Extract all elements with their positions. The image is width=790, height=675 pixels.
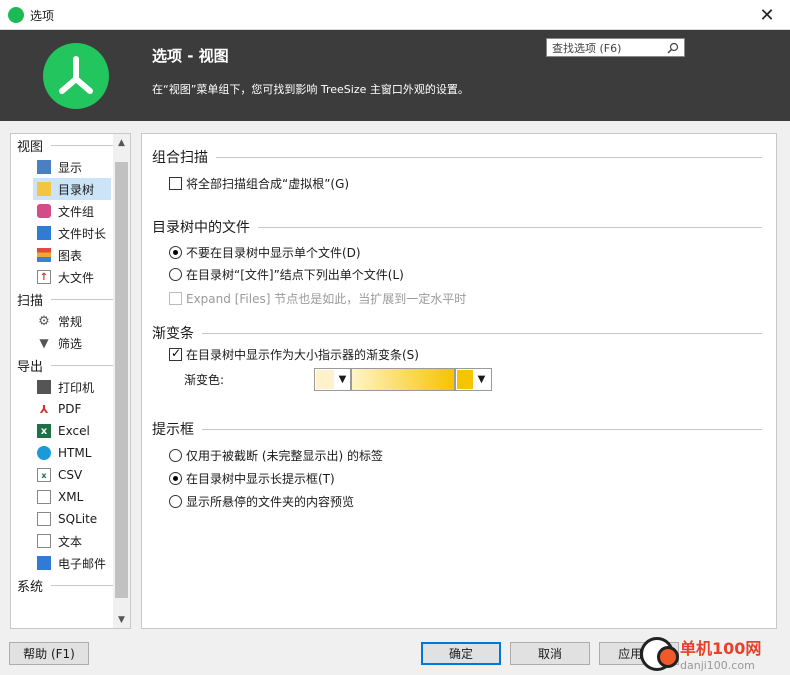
header-band: 选项 - 视图 在“视图”菜单组下，您可找到影响 TreeSize 主窗口外观的… xyxy=(0,30,790,121)
nav-item-pdf[interactable]: ⅄ PDF xyxy=(11,398,113,420)
group-files-in-tree: 目录树中的文件 xyxy=(152,217,762,237)
tooltip-radio-long[interactable]: 在目录树中显示长提示框(T) xyxy=(169,470,335,487)
combine-checkbox[interactable] xyxy=(169,177,182,190)
nav-section-scan: 扫描 xyxy=(11,288,113,310)
gradient-preview-bar xyxy=(351,368,455,391)
nav-item-csv[interactable]: x CSV xyxy=(11,464,113,486)
sqlite-icon xyxy=(37,512,51,526)
expand-checkbox xyxy=(169,292,182,305)
monitor-icon xyxy=(37,160,51,174)
page-title: 选项 - 视图 xyxy=(152,47,229,65)
email-icon xyxy=(37,556,51,570)
close-button[interactable]: ✕ xyxy=(744,0,790,30)
nav-item-html[interactable]: HTML xyxy=(11,442,113,464)
files-radio-list[interactable]: 在目录树“[文件]”结点下列出单个文件(L) xyxy=(169,266,404,283)
chevron-down-icon: ▼ xyxy=(338,374,347,385)
nav-item-file-age[interactable]: 文件时长 xyxy=(11,222,113,244)
treesize-logo xyxy=(43,43,109,109)
watermark-title: 单机100网 xyxy=(680,639,762,658)
chevron-down-icon: ▼ xyxy=(477,374,486,385)
search-icon[interactable] xyxy=(667,42,679,54)
search-placeholder: 查找选项 (F6) xyxy=(552,41,622,55)
options-panel: 组合扫描 将全部扫描组合成“虚拟根”(G) 目录树中的文件 不要在目录树中显示单… xyxy=(141,133,777,629)
text-icon xyxy=(37,534,51,548)
nav-item-file-groups[interactable]: 文件组 xyxy=(11,200,113,222)
group-combine-scans: 组合扫描 xyxy=(152,147,762,167)
nav-item-sqlite[interactable]: SQLite xyxy=(11,508,113,530)
gradient-show-option[interactable]: 在目录树中显示作为大小指示器的渐变条(S) xyxy=(169,346,419,363)
printer-icon xyxy=(37,380,51,394)
ok-button[interactable]: 确定 xyxy=(421,642,501,665)
search-input[interactable]: 查找选项 (F6) xyxy=(546,38,685,57)
gear-icon: ⚙ xyxy=(38,313,50,329)
radio-button[interactable] xyxy=(169,472,182,485)
nav-section-export: 导出 xyxy=(11,354,113,376)
gradient-end-color-picker[interactable]: ▼ xyxy=(455,368,492,391)
nav-item-display[interactable]: 显示 xyxy=(11,156,113,178)
tree-icon xyxy=(37,182,51,196)
files-expand-option: Expand [Files] 节点也是如此，当扩展到一定水平时 xyxy=(169,290,466,307)
nav-section-system: 系统 xyxy=(11,574,113,596)
calendar-icon xyxy=(37,226,51,240)
scroll-thumb[interactable] xyxy=(115,162,128,598)
nav-item-email[interactable]: 电子邮件 xyxy=(11,552,113,574)
title-bar: 选项 ✕ xyxy=(0,0,790,30)
gradient-color-label: 渐变色: xyxy=(184,373,225,387)
nav-item-text[interactable]: 文本 xyxy=(11,530,113,552)
group-tooltip: 提示框 xyxy=(152,419,762,439)
window-title: 选项 xyxy=(30,9,55,23)
nav-item-big-files[interactable]: ↑ 大文件 xyxy=(11,266,113,288)
file-group-icon xyxy=(37,204,51,218)
tooltip-radio-truncated[interactable]: 仅用于被截断 (未完整显示出) 的标签 xyxy=(169,447,383,464)
watermark-url: danji100.com xyxy=(680,659,755,672)
options-nav: 视图 显示 目录树 文件组 文件时长 图表 ↑ 大文件 扫描 ⚙ 常规 ▼ 筛选 导出… xyxy=(10,133,131,629)
csv-icon: x xyxy=(37,468,51,482)
nav-item-xml[interactable]: XML xyxy=(11,486,113,508)
nav-item-excel[interactable]: x Excel xyxy=(11,420,113,442)
filter-icon: ▼ xyxy=(39,336,49,350)
group-gradient-bar: 渐变条 xyxy=(152,323,762,343)
gradient-checkbox[interactable] xyxy=(169,346,182,361)
radio-button[interactable] xyxy=(169,268,182,281)
radio-button[interactable] xyxy=(169,246,182,259)
chart-icon xyxy=(37,248,51,262)
page-subtitle: 在“视图”菜单组下，您可找到影响 TreeSize 主窗口外观的设置。 xyxy=(152,83,469,96)
nav-section-view: 视图 xyxy=(11,134,113,156)
gradient-color-row: 渐变色: ▼ ▼ xyxy=(184,368,492,391)
cancel-button[interactable]: 取消 xyxy=(510,642,590,665)
scroll-down-icon[interactable]: ▼ xyxy=(113,611,130,628)
pdf-icon: ⅄ xyxy=(37,402,51,416)
files-radio-hide[interactable]: 不要在目录树中显示单个文件(D) xyxy=(169,244,361,261)
watermark: 单机100网 danji100.com xyxy=(640,632,790,675)
radio-button[interactable] xyxy=(169,495,182,508)
nav-item-filter[interactable]: ▼ 筛选 xyxy=(11,332,113,354)
nav-item-chart[interactable]: 图表 xyxy=(11,244,113,266)
nav-item-printer[interactable]: 打印机 xyxy=(11,376,113,398)
xml-icon xyxy=(37,490,51,504)
gradient-start-color-picker[interactable]: ▼ xyxy=(314,368,351,391)
nav-item-general[interactable]: ⚙ 常规 xyxy=(11,310,113,332)
big-file-icon: ↑ xyxy=(37,270,51,284)
app-icon xyxy=(8,7,24,23)
watermark-logo-icon xyxy=(640,636,679,671)
help-button[interactable]: 帮助 (F1) xyxy=(9,642,89,665)
scroll-up-icon[interactable]: ▲ xyxy=(113,134,130,151)
html-icon xyxy=(37,446,51,460)
tooltip-radio-preview[interactable]: 显示所悬停的文件夹的内容预览 xyxy=(169,493,354,510)
excel-icon: x xyxy=(37,424,51,438)
combine-virtual-root-option[interactable]: 将全部扫描组合成“虚拟根”(G) xyxy=(169,175,349,192)
nav-item-tree[interactable]: 目录树 xyxy=(33,178,111,200)
radio-button[interactable] xyxy=(169,449,182,462)
nav-scrollbar[interactable]: ▲ ▼ xyxy=(113,134,130,628)
